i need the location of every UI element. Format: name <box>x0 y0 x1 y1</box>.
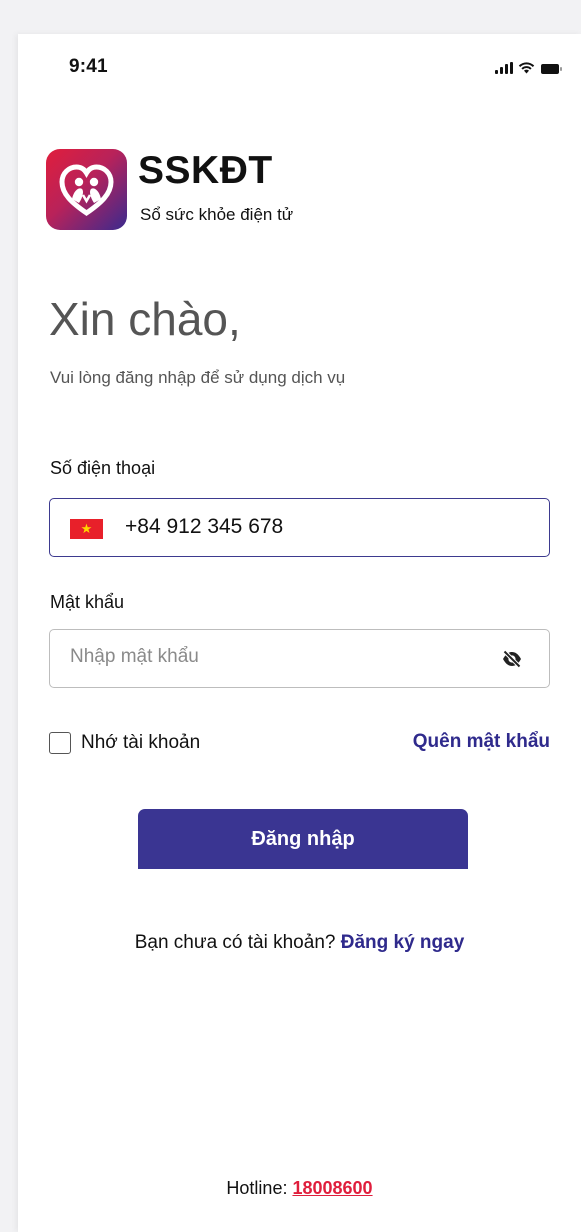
greeting-title: Xin chào, <box>49 293 241 345</box>
status-icons <box>495 60 562 74</box>
password-field[interactable] <box>49 629 550 688</box>
vietnam-flag-icon[interactable]: ★ <box>70 519 103 539</box>
greeting-subtitle: Vui lòng đăng nhập để sử dụng dịch vụ <box>50 368 346 387</box>
wifi-icon <box>518 62 535 74</box>
cellular-signal-icon <box>495 62 513 74</box>
hotline: Hotline: 18008600 <box>18 1178 581 1199</box>
app-subtitle: Sổ sức khỏe điện tử <box>140 205 294 224</box>
remember-checkbox[interactable] <box>49 732 71 754</box>
phone-screen: 9:41 SSKĐT Sổ sức khỏe điện tử Xin chào,… <box>18 34 581 1232</box>
phone-field[interactable]: ★ <box>49 498 550 557</box>
battery-icon <box>541 64 562 74</box>
app-logo-icon <box>46 149 127 230</box>
signup-prompt: Bạn chưa có tài khoản? Đăng ký ngay <box>18 932 581 954</box>
hotline-number-link[interactable]: 18008600 <box>292 1178 372 1198</box>
remember-label[interactable]: Nhớ tài khoản <box>81 732 200 754</box>
remember-account[interactable]: Nhớ tài khoản <box>49 731 200 755</box>
app-name: SSKĐT <box>138 149 273 192</box>
signup-link[interactable]: Đăng ký ngay <box>341 932 465 953</box>
signup-prompt-text: Bạn chưa có tài khoản? <box>134 932 336 953</box>
status-bar: 9:41 <box>18 34 581 104</box>
status-time: 9:41 <box>69 56 108 77</box>
login-button[interactable]: Đăng nhập <box>138 809 468 869</box>
hotline-label: Hotline: <box>226 1178 288 1198</box>
password-input[interactable] <box>70 646 470 668</box>
phone-input[interactable] <box>125 515 505 539</box>
forgot-password-link[interactable]: Quên mật khẩu <box>413 731 550 753</box>
phone-label: Số điện thoại <box>50 458 156 478</box>
eye-off-icon[interactable] <box>501 648 523 670</box>
password-label: Mật khẩu <box>50 592 125 612</box>
